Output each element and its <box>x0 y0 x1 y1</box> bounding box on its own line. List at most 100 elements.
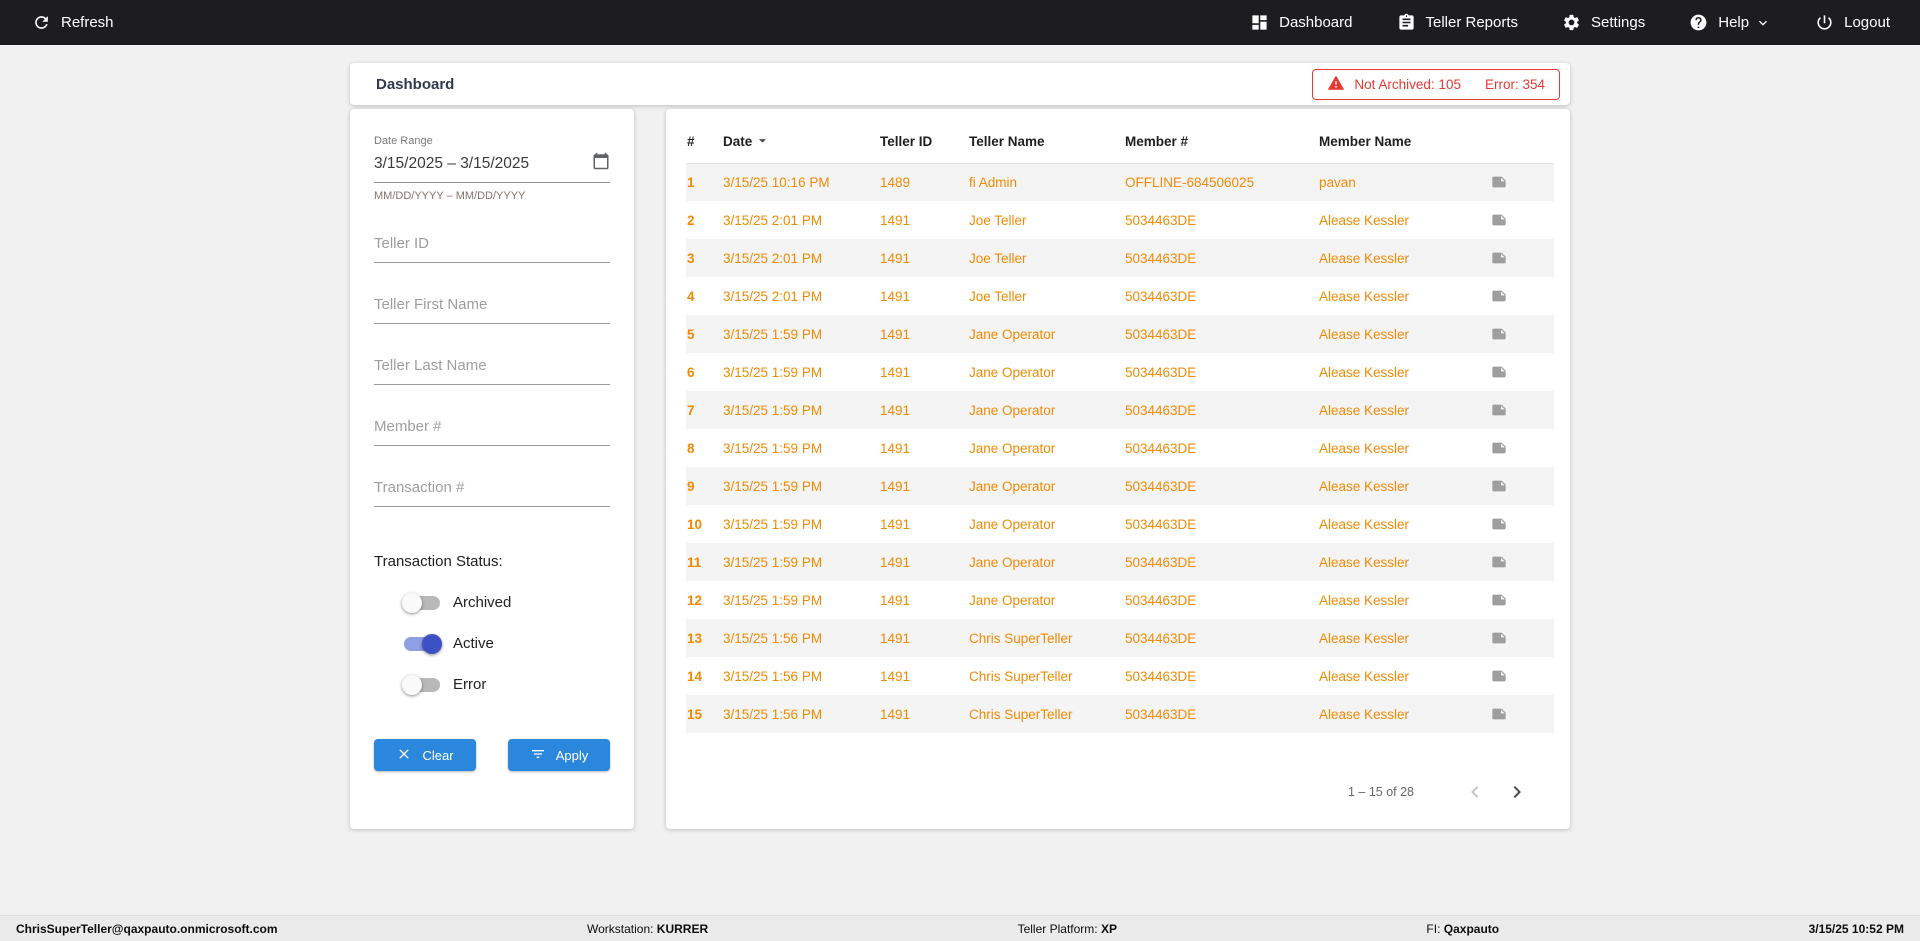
cell-index: 12 <box>686 581 722 619</box>
teller-first-name-input[interactable] <box>374 296 610 313</box>
nav-settings[interactable]: Settings <box>1562 13 1645 32</box>
cell-index: 8 <box>686 429 722 467</box>
nav-teller-reports[interactable]: Teller Reports <box>1397 13 1519 32</box>
cell-date: 3/15/25 1:59 PM <box>722 467 879 505</box>
note-icon[interactable] <box>1491 402 1553 418</box>
note-icon[interactable] <box>1491 212 1553 228</box>
refresh-button[interactable]: Refresh <box>32 13 114 32</box>
cell-teller-id: 1491 <box>879 353 968 391</box>
warning-icon <box>1327 74 1345 95</box>
column-header-teller-name[interactable]: Teller Name <box>968 121 1124 163</box>
chevron-down-icon <box>1759 15 1771 31</box>
refresh-label: Refresh <box>61 14 114 31</box>
cell-teller-id: 1491 <box>879 505 968 543</box>
cell-teller-id: 1491 <box>879 543 968 581</box>
table-row[interactable]: 13/15/25 10:16 PM1489fi AdminOFFLINE-684… <box>686 163 1554 201</box>
refresh-icon <box>32 13 51 32</box>
note-icon[interactable] <box>1491 364 1553 380</box>
cell-teller-name: Joe Teller <box>968 277 1124 315</box>
table-row[interactable]: 133/15/25 1:56 PM1491Chris SuperTeller50… <box>686 619 1554 657</box>
cell-member-number: 5034463DE <box>1124 619 1318 657</box>
table-row[interactable]: 83/15/25 1:59 PM1491Jane Operator5034463… <box>686 429 1554 467</box>
cell-member-number: 5034463DE <box>1124 277 1318 315</box>
cell-teller-id: 1491 <box>879 695 968 733</box>
note-icon[interactable] <box>1491 668 1553 684</box>
table-row[interactable]: 73/15/25 1:59 PM1491Jane Operator5034463… <box>686 391 1554 429</box>
column-header-date[interactable]: Date <box>722 121 879 163</box>
cell-member-name: Alease Kessler <box>1318 467 1490 505</box>
next-page-button[interactable] <box>1502 777 1532 807</box>
nav-help[interactable]: Help <box>1689 13 1771 32</box>
error-toggle[interactable] <box>404 678 440 692</box>
pagination-range: 1 – 15 of 28 <box>1348 785 1414 799</box>
column-header-member-number[interactable]: Member # <box>1124 121 1318 163</box>
table-row[interactable]: 33/15/25 2:01 PM1491Joe Teller5034463DEA… <box>686 239 1554 277</box>
note-cell <box>1490 277 1554 315</box>
note-cell <box>1490 619 1554 657</box>
cell-index: 2 <box>686 201 722 239</box>
table-row[interactable]: 113/15/25 1:59 PM1491Jane Operator503446… <box>686 543 1554 581</box>
transaction-number-input[interactable] <box>374 479 610 496</box>
table-row[interactable]: 103/15/25 1:59 PM1491Jane Operator503446… <box>686 505 1554 543</box>
note-icon[interactable] <box>1491 630 1553 646</box>
note-cell <box>1490 353 1554 391</box>
note-cell <box>1490 543 1554 581</box>
main-area: Dashboard Not Archived: 105 Error: 354 D… <box>0 45 1920 915</box>
cell-member-number: OFFLINE-684506025 <box>1124 163 1318 201</box>
cell-member-number: 5034463DE <box>1124 505 1318 543</box>
cell-member-name: Alease Kessler <box>1318 277 1490 315</box>
teller-id-input[interactable] <box>374 235 610 252</box>
calendar-icon[interactable] <box>592 152 610 175</box>
cell-date: 3/15/25 1:59 PM <box>722 581 879 619</box>
note-icon[interactable] <box>1491 440 1553 456</box>
cell-member-name: Alease Kessler <box>1318 695 1490 733</box>
column-header-teller-id[interactable]: Teller ID <box>879 121 968 163</box>
table-row[interactable]: 63/15/25 1:59 PM1491Jane Operator5034463… <box>686 353 1554 391</box>
note-icon[interactable] <box>1491 478 1553 494</box>
table-row[interactable]: 23/15/25 2:01 PM1491Joe Teller5034463DEA… <box>686 201 1554 239</box>
table-row[interactable]: 143/15/25 1:56 PM1491Chris SuperTeller50… <box>686 657 1554 695</box>
cell-teller-name: Chris SuperTeller <box>968 695 1124 733</box>
cell-teller-name: Jane Operator <box>968 505 1124 543</box>
cell-teller-name: Jane Operator <box>968 429 1124 467</box>
pagination: 1 – 15 of 28 <box>686 777 1554 813</box>
cell-member-name: Alease Kessler <box>1318 353 1490 391</box>
archived-toggle[interactable] <box>404 596 440 610</box>
nav-dashboard[interactable]: Dashboard <box>1250 13 1352 32</box>
note-cell <box>1490 201 1554 239</box>
nav-logout[interactable]: Logout <box>1815 13 1890 32</box>
column-header-index[interactable]: # <box>686 121 722 163</box>
note-icon[interactable] <box>1491 174 1553 190</box>
teller-last-name-input[interactable] <box>374 357 610 374</box>
note-icon[interactable] <box>1491 288 1553 304</box>
apply-button-label: Apply <box>556 748 589 763</box>
cell-index: 5 <box>686 315 722 353</box>
cell-member-name: Alease Kessler <box>1318 505 1490 543</box>
table-row[interactable]: 53/15/25 1:59 PM1491Jane Operator5034463… <box>686 315 1554 353</box>
nav-dashboard-label: Dashboard <box>1279 14 1352 31</box>
date-range-input[interactable] <box>374 155 592 173</box>
date-range-hint: MM/DD/YYYY – MM/DD/YYYY <box>374 190 610 202</box>
logged-in-user: ChrisSuperTeller@qaxpauto.onmicrosoft.co… <box>16 922 278 936</box>
top-navbar: Refresh Dashboard Teller Reports Setting… <box>0 0 1920 45</box>
note-icon[interactable] <box>1491 326 1553 342</box>
note-icon[interactable] <box>1491 250 1553 266</box>
column-header-member-name[interactable]: Member Name <box>1318 121 1490 163</box>
table-row[interactable]: 153/15/25 1:56 PM1491Chris SuperTeller50… <box>686 695 1554 733</box>
member-number-input[interactable] <box>374 418 610 435</box>
cell-member-number: 5034463DE <box>1124 581 1318 619</box>
clear-button[interactable]: Clear <box>374 739 476 771</box>
note-cell <box>1490 315 1554 353</box>
cell-teller-name: Jane Operator <box>968 543 1124 581</box>
table-row[interactable]: 123/15/25 1:59 PM1491Jane Operator503446… <box>686 581 1554 619</box>
previous-page-button[interactable] <box>1460 777 1490 807</box>
table-row[interactable]: 43/15/25 2:01 PM1491Joe Teller5034463DEA… <box>686 277 1554 315</box>
note-icon[interactable] <box>1491 516 1553 532</box>
note-icon[interactable] <box>1491 554 1553 570</box>
active-toggle[interactable] <box>404 637 440 651</box>
table-row[interactable]: 93/15/25 1:59 PM1491Jane Operator5034463… <box>686 467 1554 505</box>
note-icon[interactable] <box>1491 592 1553 608</box>
cell-index: 3 <box>686 239 722 277</box>
note-icon[interactable] <box>1491 706 1553 722</box>
apply-button[interactable]: Apply <box>508 739 610 771</box>
